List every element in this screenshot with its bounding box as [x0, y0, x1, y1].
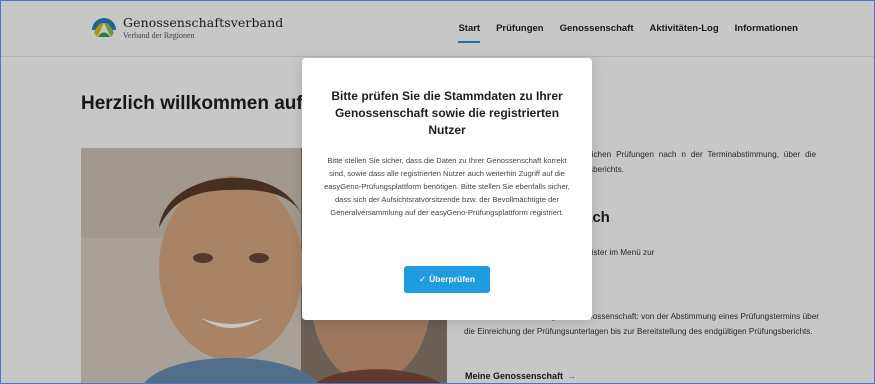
ueberpruefen-button-label: Überprüfen [429, 274, 475, 284]
browser-viewport: Genossenschaftsverband Verband der Regio… [0, 0, 875, 384]
ueberpruefen-button[interactable]: ✓ Überprüfen [404, 266, 490, 293]
modal-title: Bitte prüfen Sie die Stammdaten zu Ihrer… [331, 89, 563, 137]
modal-body: Bitte stellen Sie sicher, dass die Daten… [324, 156, 570, 217]
check-icon: ✓ [419, 274, 427, 284]
verification-modal: Bitte prüfen Sie die Stammdaten zu Ihrer… [302, 58, 592, 320]
